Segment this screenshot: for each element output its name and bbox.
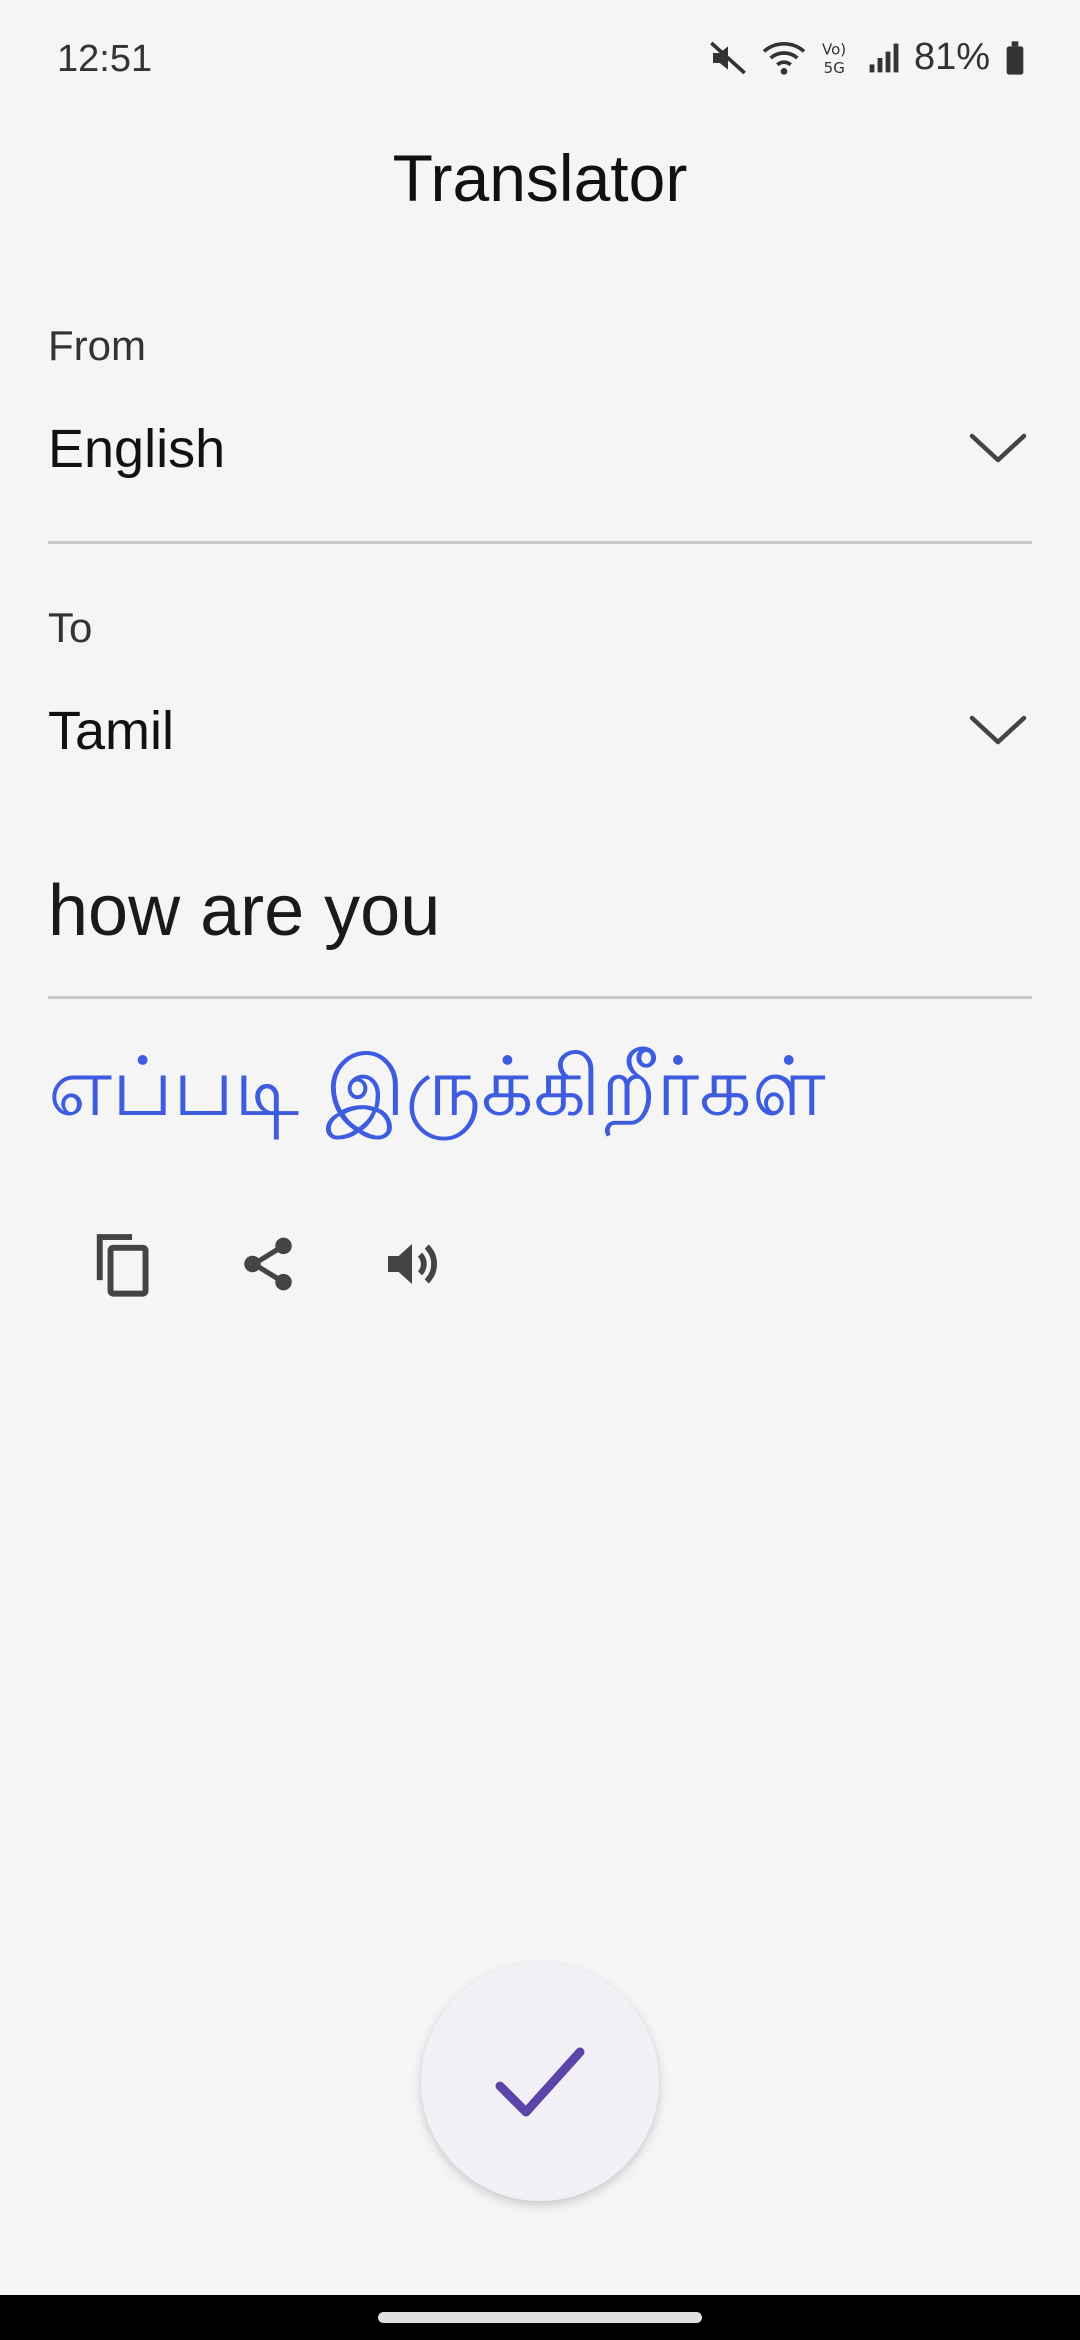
copy-button[interactable] — [80, 1220, 168, 1308]
divider — [48, 541, 1032, 544]
copy-icon[interactable] — [91, 1229, 157, 1299]
chevron-down-icon[interactable] — [968, 710, 1028, 750]
battery-icon — [1004, 38, 1026, 78]
mute-icon — [708, 38, 748, 78]
status-icons: Vo) 5G 81% — [708, 36, 1026, 79]
share-button[interactable] — [224, 1220, 312, 1308]
translated-text: எப்படி இருக்கிறீர்கள் — [48, 1040, 826, 1135]
chevron-down-icon[interactable] — [968, 428, 1028, 468]
status-bar: 12:51 Vo) 5G 81% — [0, 0, 1080, 124]
check-icon[interactable] — [492, 2042, 588, 2122]
from-language-value[interactable]: English — [48, 418, 225, 480]
source-text-input[interactable]: how are you — [48, 870, 440, 952]
wifi-icon — [762, 38, 806, 78]
svg-text:5G: 5G — [824, 59, 845, 77]
from-label: From — [48, 322, 146, 369]
home-handle[interactable] — [378, 2312, 702, 2323]
to-label: To — [48, 604, 93, 651]
to-language-value[interactable]: Tamil — [48, 700, 174, 762]
action-row — [80, 1220, 456, 1308]
page-title: Translator — [392, 141, 688, 215]
share-icon[interactable] — [237, 1231, 299, 1297]
volte-5g-icon: Vo) 5G — [820, 38, 854, 78]
confirm-button[interactable] — [421, 1963, 659, 2201]
divider — [48, 996, 1032, 999]
status-time: 12:51 — [57, 38, 153, 80]
speak-button[interactable] — [368, 1220, 456, 1308]
svg-text:Vo): Vo) — [822, 40, 846, 58]
battery-text: 81% — [913, 36, 990, 78]
signal-icon — [868, 38, 900, 78]
volume-icon[interactable] — [380, 1232, 444, 1296]
